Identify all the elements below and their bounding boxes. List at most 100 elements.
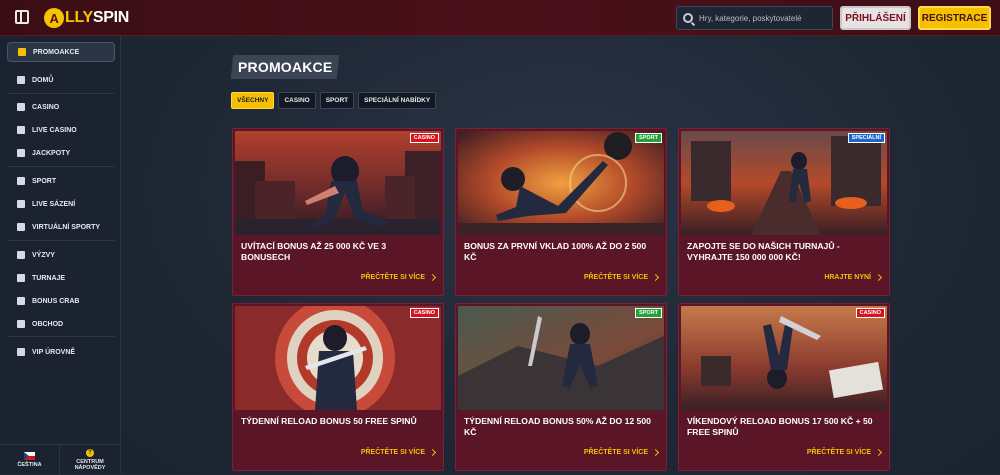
promo-card[interactable]: CASINO TÝDENNÍ RELOAD BONUS 50 FREE SPIN… [232,303,444,471]
filter-tabs: VŠECHNY CASINO SPORT SPECIÁLNÍ NABÍDKY [231,92,437,109]
language-label: ČEŠTINA [17,461,42,468]
read-more-label: PŘEČTĚTE SI VÍCE [806,449,871,456]
read-more-link[interactable]: PŘEČTĚTE SI VÍCE [360,273,437,282]
promo-illustration [235,306,441,410]
sidebar-divider [7,240,115,241]
category-badge: SPORT [635,133,662,143]
sidebar-item-promoakce[interactable]: PROMOAKCE [7,42,115,62]
read-more-label: PŘEČTĚTE SI VÍCE [360,449,425,456]
page-title: PROMOAKCE [230,55,340,79]
read-more-label: PŘEČTĚTE SI VÍCE [583,274,648,281]
promo-image [681,306,887,410]
page-title-text: PROMOAKCE [238,59,333,75]
help-icon: ? [86,448,94,457]
main-content: PROMOAKCE VŠECHNY CASINO SPORT SPECIÁLNÍ… [121,36,1000,474]
sidebar-item-label: BONUS CRAB [32,297,80,305]
sidebar-item-label: VIP ÚROVNĚ [32,348,76,356]
promo-illustration [681,131,887,235]
chevron-right-icon [651,273,660,282]
category-badge: SPORT [635,308,662,318]
promo-title: TÝDENNÍ RELOAD BONUS 50 FREE SPINŮ [241,416,417,426]
sidebar-item-sport[interactable]: SPORT [7,171,115,191]
diamond-icon [17,348,25,356]
crab-icon [17,297,25,305]
category-badge: CASINO [409,133,439,143]
promo-image [458,131,664,235]
help-center-button[interactable]: ? CENTRUM NÁPOVĚDY [60,445,120,475]
category-badge: CASINO [855,308,885,318]
sidebar-item-vyzvy[interactable]: VÝZVY [7,245,115,265]
chevron-right-icon [874,273,883,282]
play-now-link[interactable]: HRAJTE NYNÍ [824,273,883,282]
promo-illustration [458,306,664,410]
sidebar-item-obchod[interactable]: OBCHOD [7,314,115,334]
sidebar-item-label: LIVE SÁZENÍ [32,200,76,208]
search-input[interactable] [699,13,829,23]
register-button[interactable]: REGISTRACE [918,6,991,30]
read-more-link[interactable]: PŘEČTĚTE SI VÍCE [360,448,437,457]
promo-title: UVÍTACÍ BONUS AŽ 25 000 KČ VE 3 BONUSECH [241,241,387,263]
sidebar-divider [7,93,115,94]
sidebar-item-turnaje[interactable]: TURNAJE [7,268,115,288]
sidebar-item-label: CASINO [32,103,60,111]
chevron-right-icon [428,448,437,457]
sidebar-item-bonus-crab[interactable]: BONUS CRAB [7,291,115,311]
promo-title: BONUS ZA PRVNÍ VKLAD 100% AŽ DO 2 500 KČ [464,241,647,263]
ball-icon [17,177,25,185]
promo-illustration [235,131,441,235]
virtual-icon [17,223,25,231]
logo[interactable]: A LLY SPIN [44,6,129,30]
read-more-link[interactable]: PŘEČTĚTE SI VÍCE [806,448,883,457]
category-badge: SPECIÁLNÍ [847,133,885,143]
filter-casino[interactable]: CASINO [278,92,316,109]
filter-special-offers[interactable]: SPECIÁLNÍ NABÍDKY [358,92,437,109]
promo-illustration [458,131,664,235]
clover-icon [17,149,25,157]
czech-flag-icon [24,451,35,460]
promo-title: VÍKENDOVÝ RELOAD BONUS 17 500 KČ + 50 FR… [687,416,873,438]
trophy-icon [17,274,25,282]
sidebar-item-label: JACKPOTY [32,149,71,157]
sidebar: PROMOAKCE DOMŮ CASINO LIVE CASINO JACKPO… [0,36,121,475]
play-now-label: HRAJTE NYNÍ [824,274,871,281]
promo-card[interactable]: CASINO UVÍTACÍ BONUS AŽ 25 000 KČ VE 3 B… [232,128,444,296]
sidebar-item-label: DOMŮ [32,76,54,84]
read-more-link[interactable]: PŘEČTĚTE SI VÍCE [584,448,660,457]
language-selector[interactable]: ČEŠTINA [0,445,60,475]
read-more-label: PŘEČTĚTE SI VÍCE [360,274,425,281]
sidebar-item-domu[interactable]: DOMŮ [7,70,115,90]
cards-icon [17,126,25,134]
filter-all[interactable]: VŠECHNY [231,92,275,109]
sidebar-footer: ČEŠTINA ? CENTRUM NÁPOVĚDY [0,444,121,475]
promo-card[interactable]: CASINO VÍKENDOVÝ RELOAD BONUS 17 500 KČ … [678,303,890,471]
slot-icon [17,103,25,111]
chevron-right-icon [651,448,660,457]
sidebar-item-label: LIVE CASINO [32,126,77,134]
filter-sport[interactable]: SPORT [319,92,355,109]
promo-card[interactable]: SPORT BONUS ZA PRVNÍ VKLAD 100% AŽ DO 2 … [455,128,667,296]
sidebar-divider [7,166,115,167]
promo-card[interactable]: SPECIÁLNÍ ZAPOJTE SE DO NAŠICH TURNAJŮ -… [678,128,890,296]
search-box[interactable] [676,6,833,30]
logo-mark: A [44,8,64,28]
sidebar-item-vip-urovne[interactable]: VIP ÚROVNĚ [7,342,115,362]
read-more-link[interactable]: PŘEČTĚTE SI VÍCE [583,273,660,282]
medal-icon [17,251,25,259]
promo-image [235,131,441,235]
sidebar-item-casino[interactable]: CASINO [7,97,115,117]
sidebar-item-label: TURNAJE [32,274,66,282]
promo-image [458,306,664,410]
sidebar-item-live-casino[interactable]: LIVE CASINO [7,120,115,140]
chevron-right-icon [428,273,437,282]
sidebar-item-label: PROMOAKCE [33,48,80,56]
sidebar-item-jackpoty[interactable]: JACKPOTY [7,143,115,163]
login-button[interactable]: PŘIHLÁŠENÍ [840,6,911,30]
sidebar-item-virtualni-sporty[interactable]: VIRTUÁLNÍ SPORTY [7,217,115,237]
logo-text-part1: LLY [65,9,93,26]
chevron-right-icon [874,448,883,457]
promo-card[interactable]: SPORT TÝDENNÍ RELOAD BONUS 50% AŽ DO 12 … [455,303,667,471]
sidebar-item-live-sazeni[interactable]: LIVE SÁZENÍ [7,194,115,214]
promo-illustration [681,306,887,410]
sidebar-item-label: VIRTUÁLNÍ SPORTY [32,223,101,231]
sidebar-toggle-icon[interactable] [15,10,29,24]
